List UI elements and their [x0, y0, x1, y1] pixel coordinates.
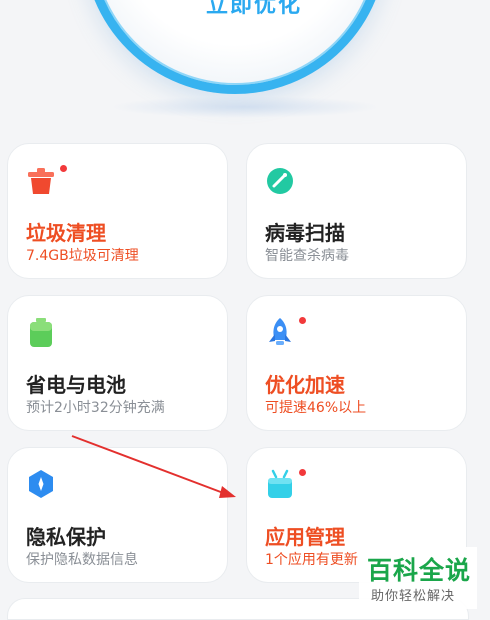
- annotation-arrow: [71, 435, 236, 498]
- watermark-slogan: 助你轻松解决: [371, 589, 456, 604]
- watermark-logo-text: 百科全说: [367, 556, 472, 585]
- watermark: 百科全说 助你轻松解决: [359, 547, 477, 609]
